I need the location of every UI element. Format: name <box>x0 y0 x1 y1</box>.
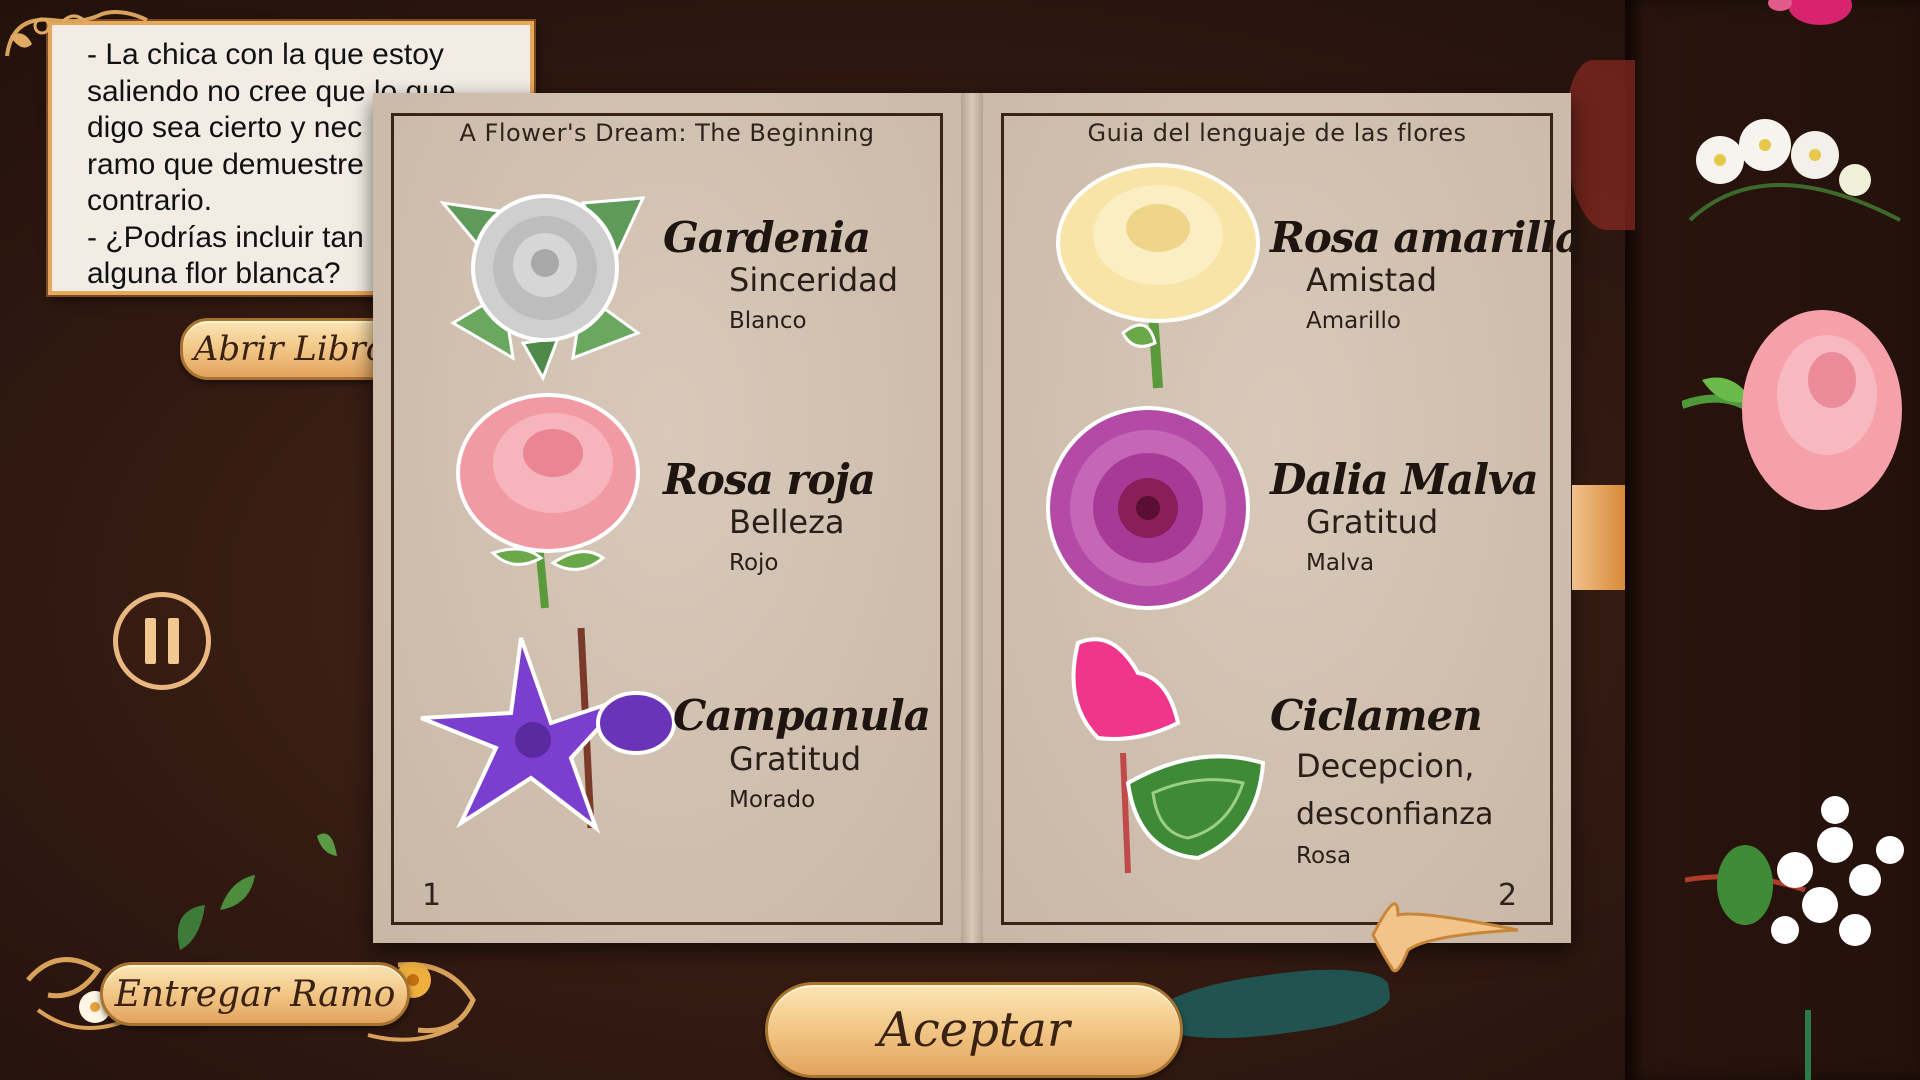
cyclamen-icon[interactable] <box>1058 633 1268 883</box>
yellow-rose-icon[interactable] <box>1053 163 1263 393</box>
leaf-decoration-icon <box>317 833 337 856</box>
flower-name: Rosa roja <box>663 455 876 504</box>
pause-icon <box>168 618 179 664</box>
flower-meaning: Gratitud <box>1306 503 1439 541</box>
flower-name: Rosa amarilla <box>1270 213 1582 262</box>
flower-meaning: desconfianza <box>1296 797 1494 832</box>
page-title: A Flower's Dream: The Beginning <box>459 119 875 147</box>
deliver-bouquet-button[interactable]: Entregar Ramo <box>100 962 410 1026</box>
flower-color: Amarillo <box>1306 308 1401 334</box>
flower-meaning: Sinceridad <box>729 261 899 299</box>
flower-meaning: Gratitud <box>729 740 862 778</box>
stem-decoration <box>1805 1010 1811 1080</box>
flower-guide-book: A Flower's Dream: The Beginning Gardenia… <box>373 93 1582 943</box>
accept-button[interactable]: Aceptar <box>765 982 1183 1078</box>
flower-color: Rojo <box>729 550 779 576</box>
book-page-left: A Flower's Dream: The Beginning Gardenia… <box>373 93 961 943</box>
background-ribbon <box>1565 60 1635 230</box>
book-page-right: Guia del lenguaje de las flores Rosa ama… <box>983 93 1582 943</box>
next-page-arrow-icon[interactable] <box>1368 875 1518 985</box>
flower-color: Blanco <box>729 308 807 334</box>
book-gutter <box>961 93 983 943</box>
gardenia-icon[interactable] <box>433 173 653 383</box>
white-jasmine-icon[interactable] <box>1685 790 1915 990</box>
background-ribbon-teal <box>1146 958 1394 1052</box>
flower-meaning: Decepcion, <box>1296 747 1475 785</box>
flower-name: Ciclamen <box>1270 691 1483 740</box>
flower-color: Rosa <box>1296 843 1352 869</box>
shelf-flower-icon[interactable] <box>1760 0 1870 30</box>
open-book-button[interactable]: Abrir Libro <box>180 318 400 380</box>
flower-name: Campanula <box>673 691 931 740</box>
dahlia-icon[interactable] <box>1043 403 1253 613</box>
flower-meaning: Belleza <box>729 503 845 541</box>
pink-rose-icon[interactable] <box>453 393 643 613</box>
campanula-icon[interactable] <box>420 627 681 838</box>
pause-button[interactable] <box>113 592 211 690</box>
page-number: 1 <box>422 878 442 913</box>
page-title: Guia del lenguaje de las flores <box>1087 119 1467 147</box>
side-tab <box>1572 485 1625 590</box>
flower-name: Gardenia <box>663 213 871 262</box>
pink-rose-shelf-icon[interactable] <box>1682 300 1912 520</box>
flower-name: Dalia Malva <box>1270 455 1539 504</box>
flower-color: Morado <box>729 787 816 813</box>
ornament-icon <box>5 10 148 57</box>
flower-color: Malva <box>1306 550 1375 576</box>
pause-icon <box>145 618 156 664</box>
white-orchid-icon[interactable] <box>1685 110 1905 230</box>
leaf-decoration-icon <box>177 875 255 950</box>
flower-meaning: Amistad <box>1306 261 1438 299</box>
